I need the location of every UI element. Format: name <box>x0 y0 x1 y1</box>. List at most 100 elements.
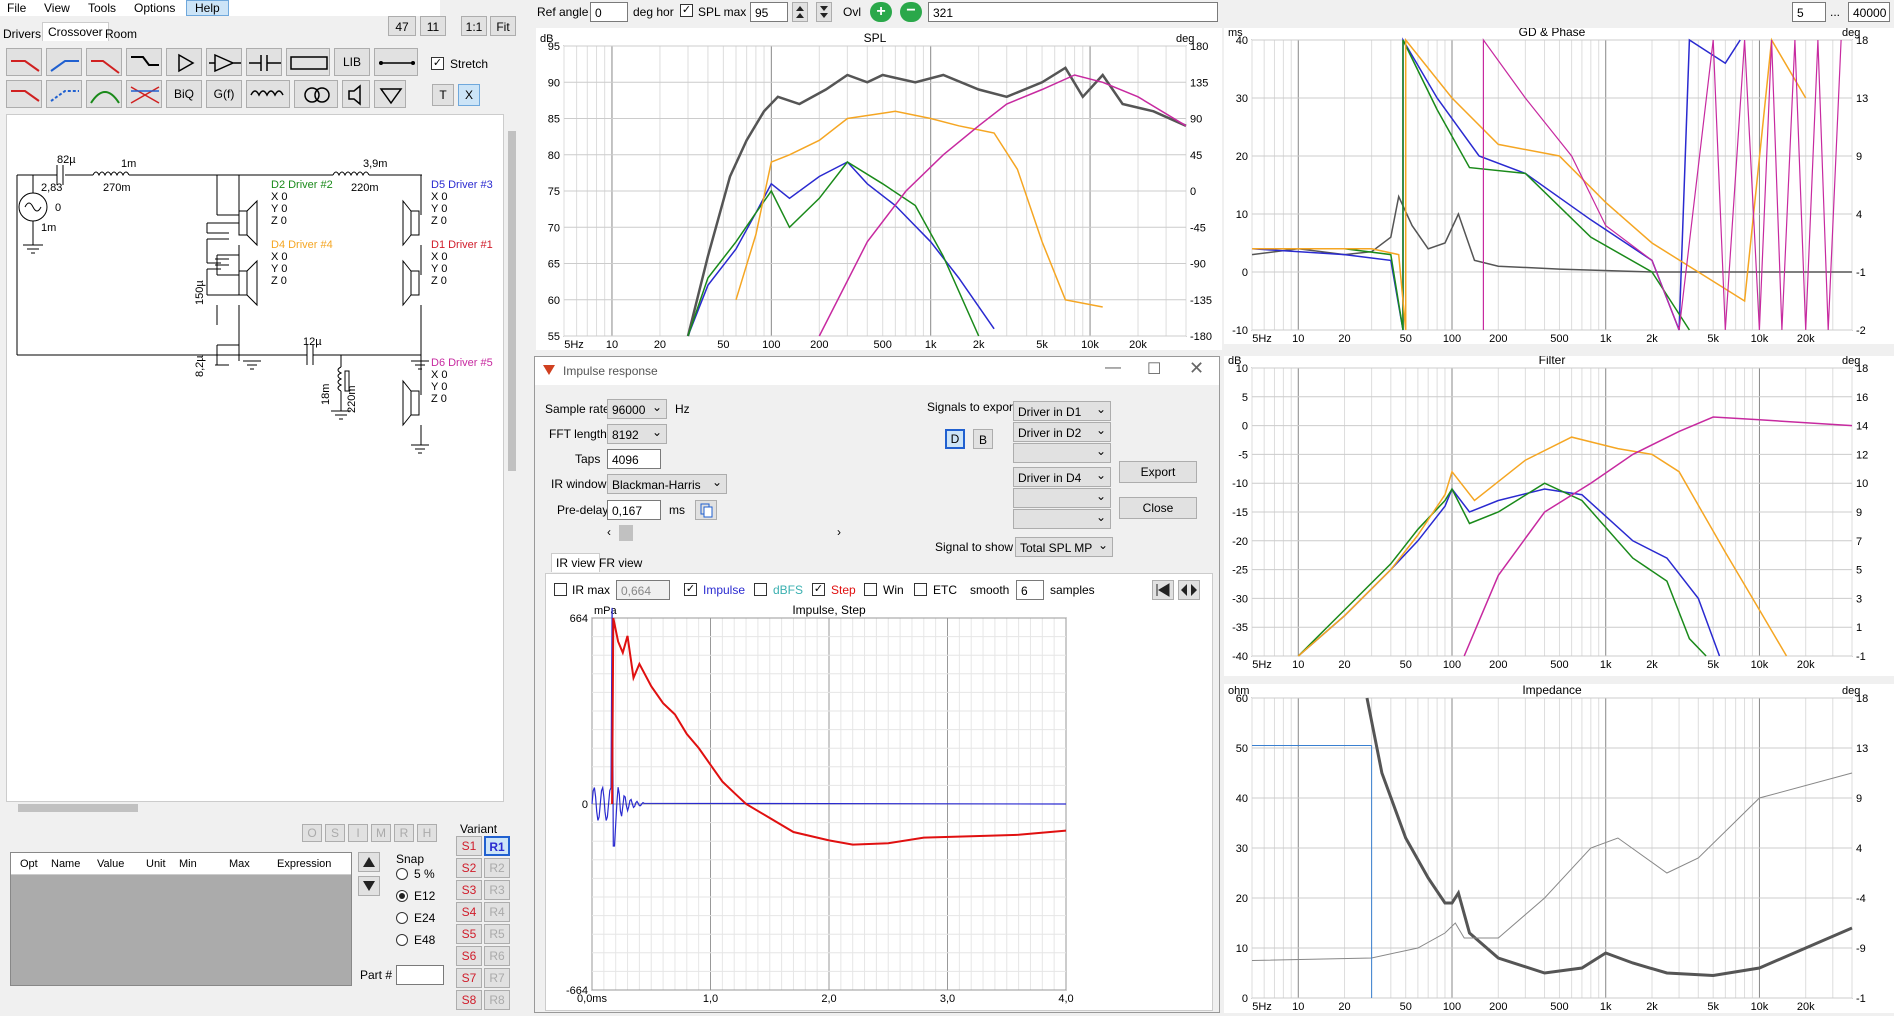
step-checkbox[interactable]: ✓ <box>812 583 825 596</box>
snap-e24-radio[interactable] <box>396 912 408 924</box>
snap-5-radio[interactable] <box>396 868 408 880</box>
tab-crossover[interactable]: Crossover <box>42 22 109 41</box>
gd-phase-chart[interactable]: 40 18 30 13 20 9 10 4 0 -1 -10 -2 5Hz 10 20 50 100 200 500… <box>1224 25 1894 345</box>
part-c1[interactable]: 82µ <box>57 154 76 166</box>
part-c4[interactable]: 12µ <box>303 336 322 348</box>
add-icon[interactable]: + <box>870 2 892 22</box>
part-l2[interactable]: 3,9m <box>363 158 387 170</box>
snap-e48-radio[interactable] <box>396 934 408 946</box>
lowpass-tool[interactable] <box>6 48 42 76</box>
bandpass-tool[interactable] <box>86 80 122 108</box>
signal-export-select-4[interactable]: Driver in D4 <box>1013 465 1111 487</box>
part-r1[interactable]: 270m <box>103 182 131 194</box>
variant-s8-button[interactable]: S8 <box>456 990 482 1010</box>
signal-export-select-6[interactable] <box>1013 507 1111 529</box>
opt-r-button[interactable]: R <box>394 824 414 842</box>
etc-checkbox[interactable] <box>914 583 927 596</box>
variant-s6-button[interactable]: S6 <box>456 946 482 966</box>
variant-r1-button[interactable]: R1 <box>484 836 510 856</box>
tab-room[interactable]: Room <box>105 27 137 41</box>
opt-h-button[interactable]: H <box>417 824 437 842</box>
move-down-button[interactable] <box>358 876 380 896</box>
tab-ir-view[interactable]: IR view <box>551 553 601 572</box>
text-tool[interactable]: T <box>432 84 454 106</box>
wire-icon[interactable] <box>374 48 418 76</box>
driver-d5-label[interactable]: D5 Driver #3 X 0Y 0Z 0 <box>431 179 493 227</box>
stretch-checkbox[interactable]: ✓ <box>431 57 444 70</box>
variant-r8-button[interactable]: R8 <box>484 990 510 1010</box>
ground-icon[interactable] <box>374 80 406 108</box>
taps-input[interactable]: 4096 <box>607 449 661 469</box>
part-l1[interactable]: 1m <box>121 158 136 170</box>
schematic-vscrollbar[interactable] <box>507 115 517 803</box>
variant-r2-button[interactable]: R2 <box>484 858 510 878</box>
maximize-icon[interactable]: ☐ <box>1147 359 1161 379</box>
part-r2[interactable]: 220m <box>351 182 379 194</box>
driver-d6-label[interactable]: D6 Driver #5 X 0Y 0Z 0 <box>431 357 493 405</box>
transformer-icon[interactable] <box>294 80 338 108</box>
filter-chart[interactable]: 10 18 5 16 0 14 -5 12 -10 10 -15 9 -20 7 -25 5 -30 3 -35 1-… <box>1224 353 1894 676</box>
menu-tools[interactable]: Tools <box>88 1 116 15</box>
close-icon[interactable]: ✕ <box>1189 358 1204 379</box>
part-c2[interactable]: 150µ <box>194 280 206 305</box>
driver-d1-label[interactable]: D1 Driver #1 X 0Y 0Z 0 <box>431 239 493 287</box>
spl-max-checkbox[interactable]: ✓ <box>680 4 693 17</box>
impedance-chart[interactable]: 60 18 50 13 40 9 30 4 20 -4 10 -9 0 -1 5Hz 10 20 50 100 200… <box>1224 683 1894 1013</box>
variant-r3-button[interactable]: R3 <box>484 880 510 900</box>
minimize-icon[interactable]: — <box>1105 359 1121 377</box>
ir-max-checkbox[interactable] <box>554 583 567 596</box>
signal-export-select-2[interactable]: Driver in D2 <box>1013 420 1111 442</box>
resistor-icon[interactable] <box>286 48 330 76</box>
variant-r4-button[interactable]: R4 <box>484 902 510 922</box>
optimizer-table[interactable]: Opt Name Value Unit Min Max Expression <box>10 852 352 986</box>
zoom-1to1-button[interactable]: 1:1 <box>461 16 487 36</box>
variant-s5-button[interactable]: S5 <box>456 924 482 944</box>
predelay-input[interactable]: 0,167 <box>607 500 661 520</box>
highpass-tool[interactable] <box>46 48 82 76</box>
part-c3[interactable]: 8,2µ <box>194 355 206 377</box>
variant-r5-button[interactable]: R5 <box>484 924 510 944</box>
tab-drivers[interactable]: Drivers <box>3 27 41 41</box>
notch-tool[interactable] <box>126 80 162 108</box>
schematic-hscrollbar[interactable] <box>6 802 504 814</box>
play-icon[interactable] <box>166 48 202 76</box>
win-checkbox[interactable] <box>864 583 877 596</box>
zoom-11-button[interactable]: 11 <box>420 16 446 36</box>
variant-r7-button[interactable]: R7 <box>484 968 510 988</box>
highpass-alt-tool[interactable] <box>46 80 82 108</box>
close-button[interactable]: Close <box>1119 497 1197 519</box>
range-high-input[interactable]: 40000 <box>1848 2 1890 22</box>
dbfs-checkbox[interactable] <box>754 583 767 596</box>
signal-export-select-1[interactable]: Driver in D1 <box>1013 399 1111 421</box>
menu-help[interactable]: Help <box>186 0 229 16</box>
capacitor-icon[interactable] <box>246 48 282 76</box>
lowpass-alt-tool[interactable] <box>6 80 42 108</box>
variant-s7-button[interactable]: S7 <box>456 968 482 988</box>
amplifier-icon[interactable] <box>206 48 242 76</box>
ir-window-select[interactable]: Blackman-Harris <box>607 472 727 494</box>
part-number-input[interactable] <box>396 965 444 985</box>
expand-icon[interactable] <box>1178 580 1200 600</box>
ir-max-input[interactable]: 0,664 <box>616 580 670 600</box>
spl-max-up-icon[interactable] <box>792 2 808 22</box>
spl-max-down-icon[interactable] <box>816 2 832 22</box>
menu-file[interactable]: File <box>7 1 26 15</box>
range-low-input[interactable]: 5 <box>1792 2 1826 22</box>
tab-fr-view[interactable]: FR view <box>599 556 642 570</box>
variant-s3-button[interactable]: S3 <box>456 880 482 900</box>
menu-options[interactable]: Options <box>134 1 175 15</box>
snap-left-icon[interactable] <box>1152 580 1174 600</box>
remove-icon[interactable]: − <box>900 2 922 22</box>
smooth-input[interactable]: 6 <box>1016 580 1044 600</box>
predelay-slider[interactable]: ‹ › <box>607 525 847 541</box>
part-r3[interactable]: 220m <box>346 385 358 413</box>
gf-button[interactable]: G(f) <box>206 80 242 108</box>
schematic-canvas[interactable]: 82µ 1m 270m 2,83 0 1m 150µ 8,2µ 3,9m 220… <box>6 114 517 803</box>
source-phase[interactable]: 0 <box>55 202 61 214</box>
variant-s1-button[interactable]: S1 <box>456 836 482 856</box>
lowpass2-tool[interactable] <box>86 48 122 76</box>
source-voltage[interactable]: 2,83 <box>41 182 62 194</box>
b-button[interactable]: B <box>973 429 993 449</box>
snap-e12-radio[interactable] <box>396 890 408 902</box>
ovl-input[interactable]: 321 <box>928 2 1218 22</box>
